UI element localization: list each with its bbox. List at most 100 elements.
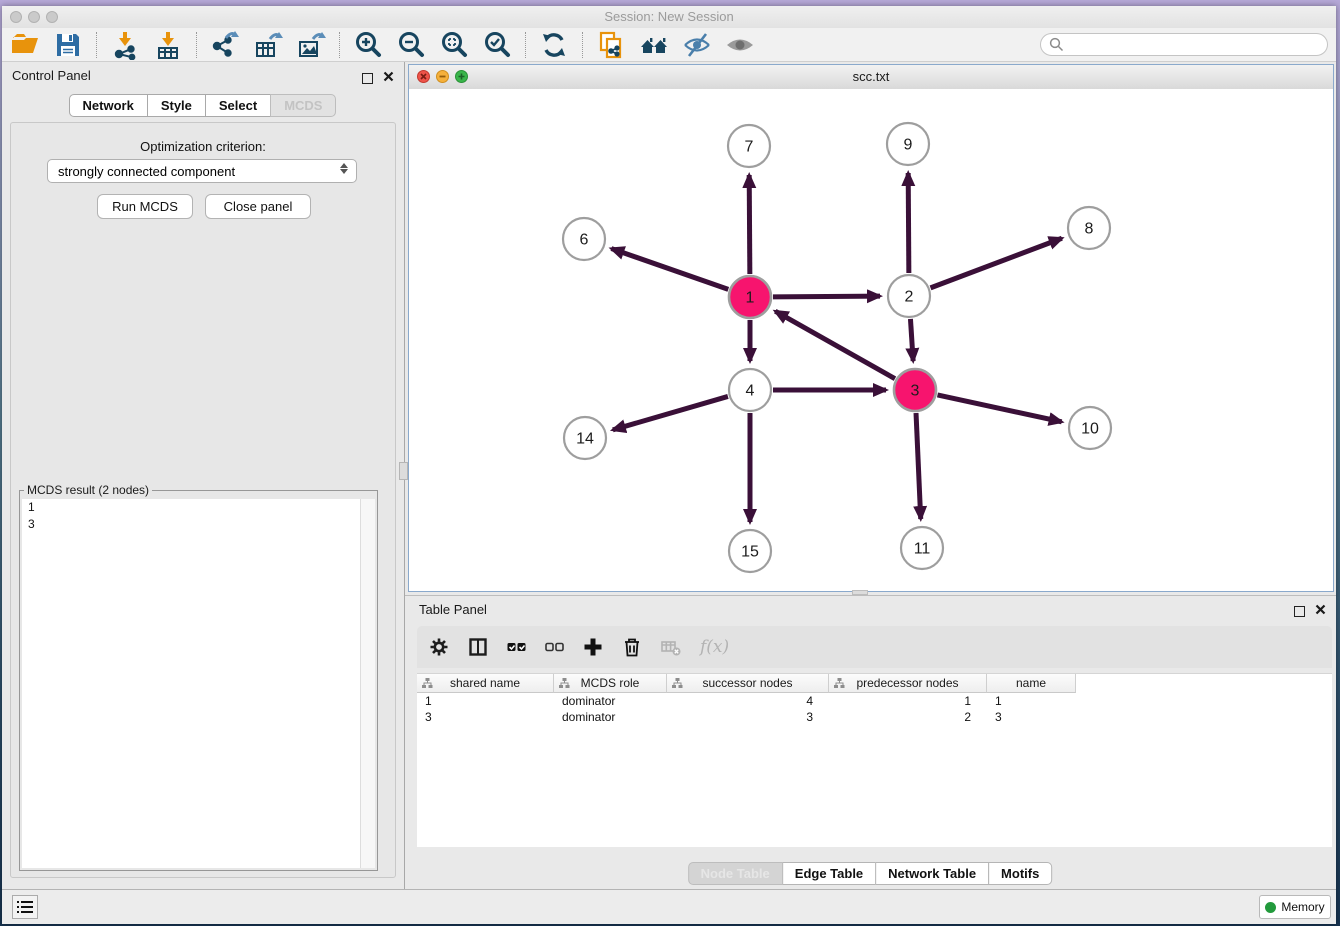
node-table: shared nameMCDS rolesuccessor nodesprede… [417, 673, 1332, 847]
table-cell[interactable]: dominator [554, 693, 667, 709]
export-table-icon[interactable] [253, 30, 283, 60]
graph-node-1[interactable]: 1 [729, 276, 771, 318]
table-cell[interactable]: 1 [829, 693, 987, 709]
import-network-icon[interactable] [110, 30, 140, 60]
graph-edge-3-10[interactable] [937, 395, 1061, 422]
graph-node-15[interactable]: 15 [729, 530, 771, 572]
import-table-icon[interactable] [153, 30, 183, 60]
application-window: Session: New Session [2, 6, 1336, 924]
result-line: 1 [22, 499, 375, 516]
column-header-predecessor-nodes[interactable]: predecessor nodes [829, 674, 987, 693]
hide-selected-icon[interactable] [682, 30, 712, 60]
column-header-mcds-role[interactable]: MCDS role [554, 674, 667, 693]
graph-node-14[interactable]: 14 [564, 417, 606, 459]
export-image-icon[interactable] [296, 30, 326, 60]
float-panel-icon[interactable] [362, 73, 373, 84]
close-panel-icon[interactable] [383, 69, 394, 87]
table-cell[interactable]: 1 [987, 693, 1076, 709]
save-session-icon[interactable] [53, 30, 83, 60]
graph-node-2[interactable]: 2 [888, 275, 930, 317]
table-cell[interactable]: 3 [667, 709, 829, 725]
network-frame-titlebar[interactable]: scc.txt [409, 65, 1333, 90]
graph-node-6[interactable]: 6 [563, 218, 605, 260]
select-all-checkboxes-icon[interactable] [507, 638, 526, 656]
graph-edge-1-2[interactable] [773, 296, 880, 297]
memory-button[interactable]: Memory [1259, 895, 1331, 919]
refresh-icon[interactable] [539, 30, 569, 60]
graph-edge-3-1[interactable] [775, 311, 895, 378]
graph-edge-1-6[interactable] [611, 249, 728, 290]
graph-node-10[interactable]: 10 [1069, 407, 1111, 449]
export-network-icon[interactable] [210, 30, 240, 60]
graph-node-7[interactable]: 7 [728, 125, 770, 167]
delete-column-icon[interactable] [622, 637, 642, 657]
network-graph: 7 9 6 8 1 2 4 3 14 10 15 11 [409, 89, 1333, 591]
two-houses-icon[interactable] [639, 30, 669, 60]
table-row[interactable]: 3dominator323 [417, 709, 1332, 725]
mcds-tab-content: Optimization criterion: strongly connect… [10, 122, 396, 878]
table-cell[interactable]: dominator [554, 709, 667, 725]
table-cell[interactable]: 1 [417, 693, 554, 709]
zoom-out-icon[interactable] [396, 30, 426, 60]
task-list-icon[interactable] [12, 895, 38, 919]
tab-network[interactable]: Network [69, 94, 148, 117]
column-header-name[interactable]: name [987, 674, 1076, 693]
column-layout-icon[interactable] [468, 637, 488, 657]
optimization-criterion-label: Optimization criterion: [11, 139, 395, 154]
search-box [1040, 33, 1328, 56]
graph-edge-3-11[interactable] [916, 413, 921, 519]
graph-edge-2-3[interactable] [910, 319, 913, 361]
zoom-selected-icon[interactable] [482, 30, 512, 60]
graph-edge-2-8[interactable] [931, 238, 1062, 288]
graph-edge-2-9[interactable] [908, 173, 909, 273]
add-column-icon[interactable] [583, 637, 603, 657]
graph-node-8[interactable]: 8 [1068, 207, 1110, 249]
graph-edge-1-7[interactable] [749, 175, 750, 274]
zoom-fit-icon[interactable] [439, 30, 469, 60]
graph-node-9[interactable]: 9 [887, 123, 929, 165]
search-input[interactable] [1040, 33, 1328, 56]
tab-motifs[interactable]: Motifs [988, 862, 1052, 885]
table-cell[interactable]: 3 [987, 709, 1076, 725]
svg-text:11: 11 [914, 541, 931, 558]
show-hidden-icon [725, 30, 755, 60]
gear-icon[interactable] [429, 637, 449, 657]
select-stepper-icon [340, 163, 348, 174]
clone-network-icon[interactable] [596, 30, 626, 60]
tab-mcds[interactable]: MCDS [270, 94, 336, 117]
run-mcds-button[interactable]: Run MCDS [97, 194, 193, 219]
svg-text:9: 9 [904, 137, 913, 154]
criterion-select[interactable]: strongly connected component [47, 159, 357, 183]
window-title: Session: New Session [2, 9, 1336, 24]
close-table-panel-icon[interactable] [1315, 602, 1326, 620]
tab-node-table[interactable]: Node Table [688, 862, 783, 885]
result-line: 3 [22, 516, 375, 533]
close-panel-button[interactable]: Close panel [205, 194, 311, 219]
zoom-in-icon[interactable] [353, 30, 383, 60]
table-cell[interactable]: 3 [417, 709, 554, 725]
open-session-icon[interactable] [10, 30, 40, 60]
table-cell[interactable]: 4 [667, 693, 829, 709]
column-header-successor-nodes[interactable]: successor nodes [667, 674, 829, 693]
tab-edge-table[interactable]: Edge Table [782, 862, 876, 885]
delete-table-icon [661, 638, 681, 656]
svg-text:7: 7 [745, 139, 754, 156]
network-canvas[interactable]: 7 9 6 8 1 2 4 3 14 10 15 11 [409, 89, 1333, 591]
tab-select[interactable]: Select [205, 94, 271, 117]
deselect-all-checkboxes-icon[interactable] [545, 638, 564, 656]
mcds-result-textarea[interactable]: 13 [22, 499, 375, 868]
table-cell[interactable]: 2 [829, 709, 987, 725]
graph-edge-4-14[interactable] [613, 396, 728, 429]
graph-node-4[interactable]: 4 [729, 369, 771, 411]
svg-text:1: 1 [746, 290, 755, 307]
column-header-shared-name[interactable]: shared name [417, 674, 554, 693]
table-row[interactable]: 1dominator411 [417, 693, 1332, 709]
graph-node-3[interactable]: 3 [894, 369, 936, 411]
function-builder-icon: f(x) [700, 637, 729, 657]
float-table-panel-icon[interactable] [1294, 606, 1305, 617]
table-tabbar: Node TableEdge TableNetwork TableMotifs [689, 862, 1053, 885]
graph-node-11[interactable]: 11 [901, 527, 943, 569]
result-scrollbar[interactable] [360, 499, 375, 868]
tab-network-table[interactable]: Network Table [875, 862, 989, 885]
tab-style[interactable]: Style [147, 94, 206, 117]
